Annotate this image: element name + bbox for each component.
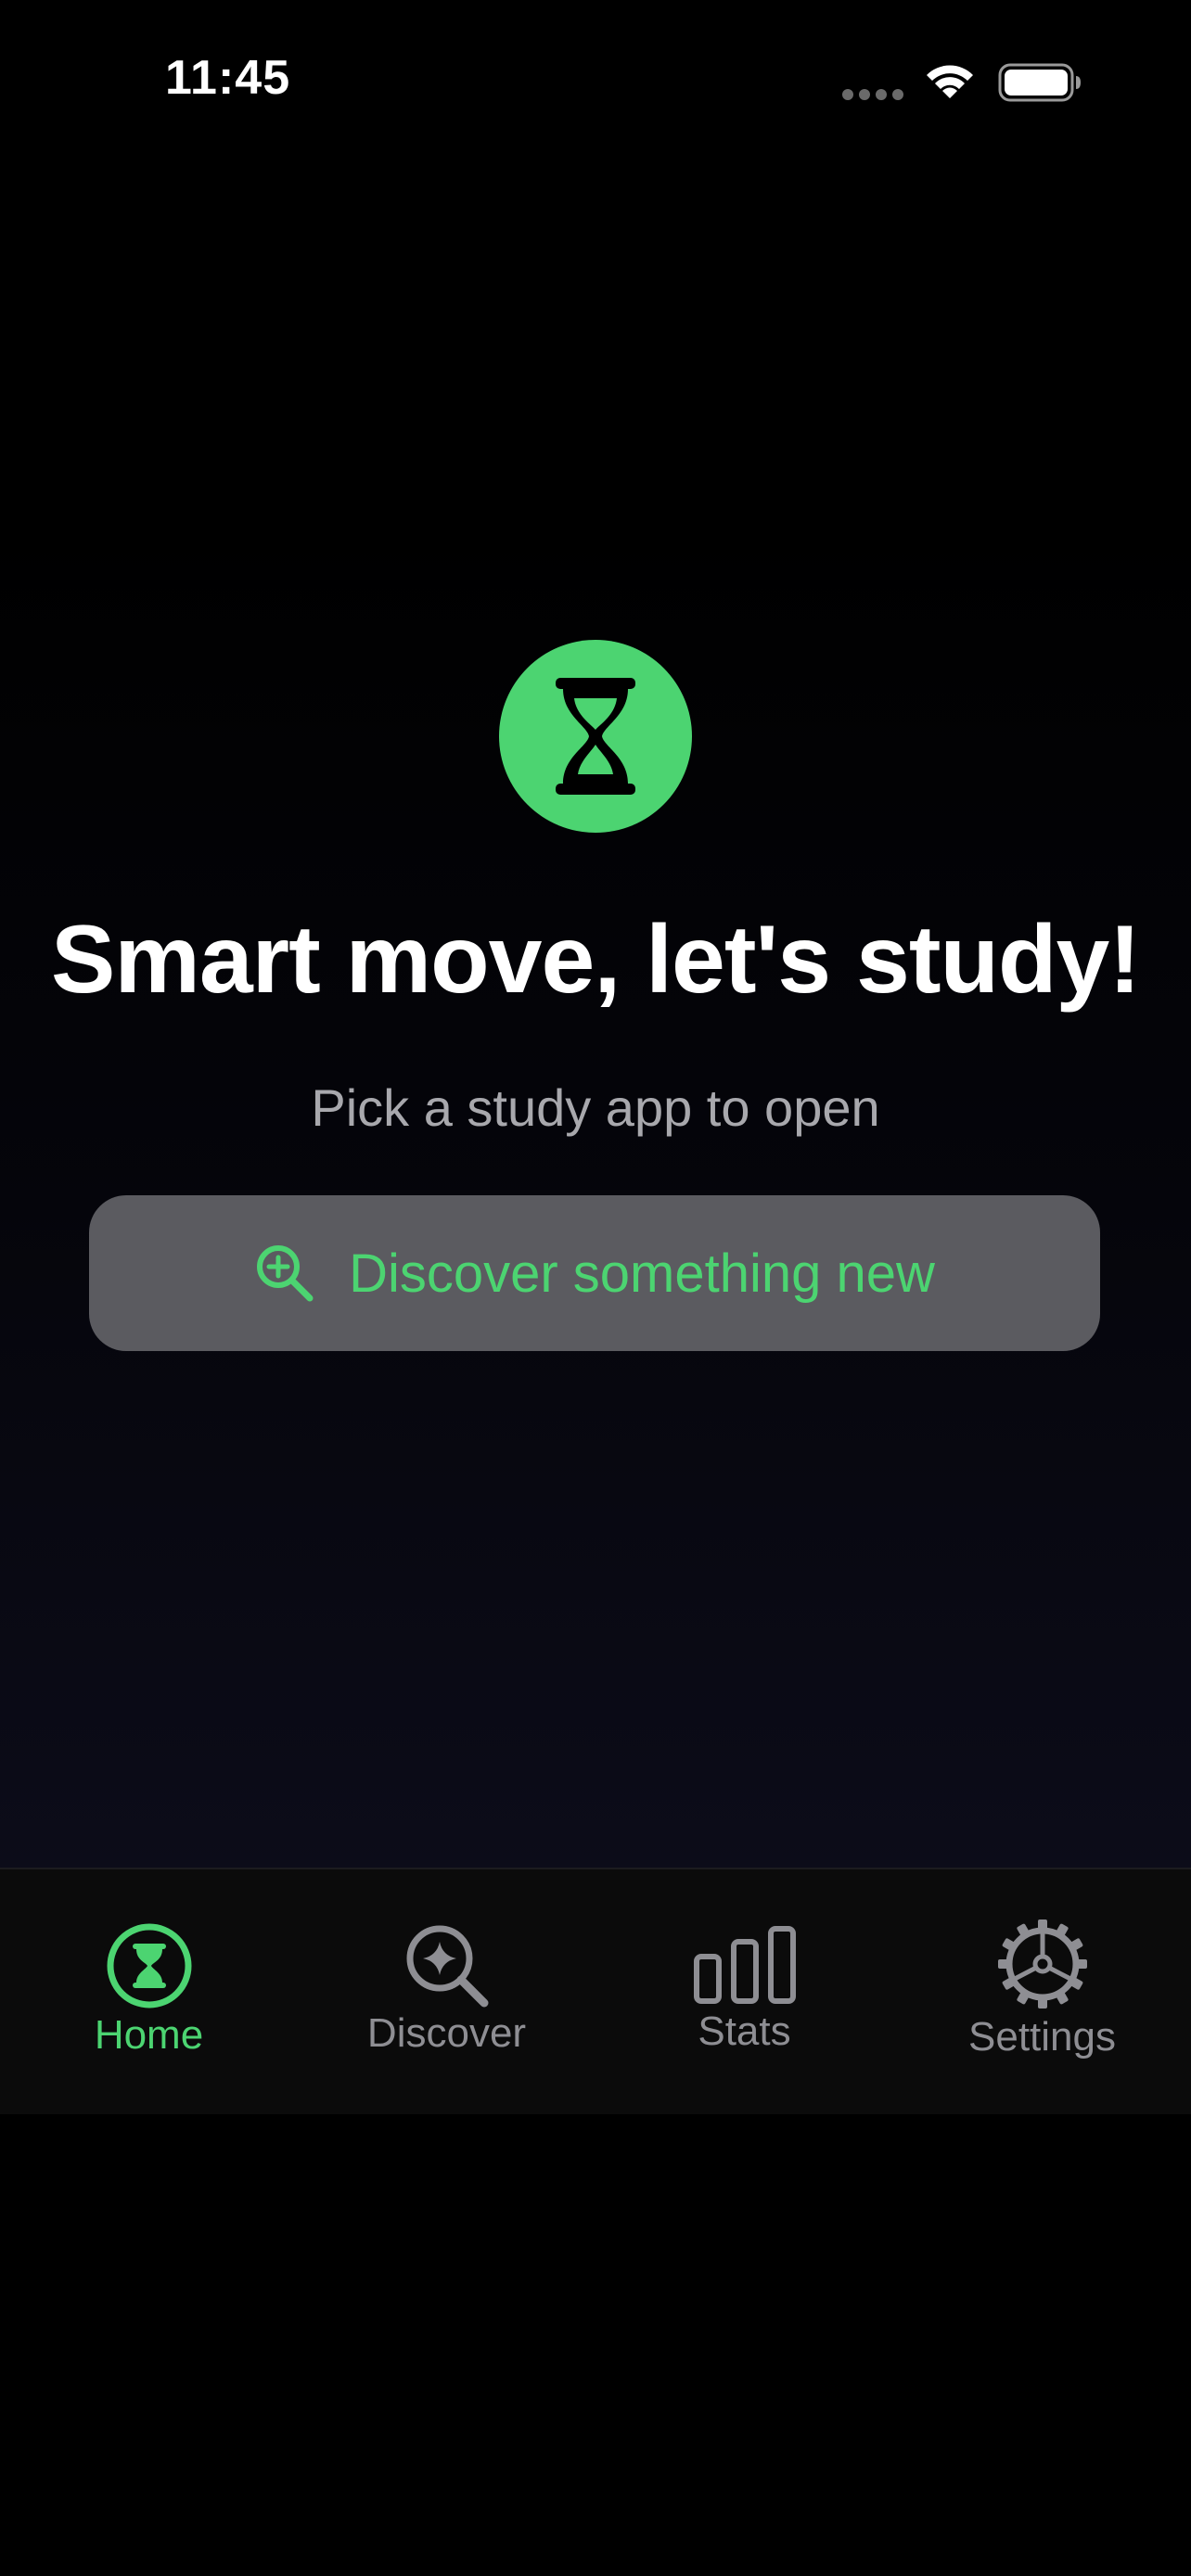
discover-something-new-button[interactable]: Discover something new (89, 1195, 1100, 1351)
wifi-icon (927, 65, 973, 98)
page-title: Smart move, let's study! (51, 906, 1141, 1014)
battery-icon (998, 63, 1081, 102)
tab-discover-label: Discover (366, 2010, 527, 2056)
hourglass-icon (556, 678, 635, 795)
discover-button-label: Discover something new (349, 1243, 935, 1304)
tab-home[interactable]: Home (0, 1869, 298, 2114)
hourglass-circle-icon (107, 1923, 191, 2009)
magnifier-plus-icon (257, 1245, 314, 1302)
cellular-signal-icon (842, 89, 903, 100)
tab-settings-label: Settings (968, 2014, 1116, 2060)
tab-stats[interactable]: Stats (596, 1869, 893, 2114)
tab-discover[interactable]: Discover (298, 1869, 596, 2114)
status-bar: 11:45 (0, 0, 1191, 158)
tab-settings[interactable]: Settings (893, 1869, 1191, 2114)
page-subtitle: Pick a study app to open (311, 1078, 880, 1137)
hourglass-badge (499, 640, 692, 833)
sparkle-magnifier-icon (406, 1925, 488, 2008)
status-time: 11:45 (165, 51, 291, 105)
tab-stats-label: Stats (698, 2009, 791, 2054)
home-screen: 11:45 Smart move, let's study! Pick a st… (0, 0, 1191, 1868)
gear-icon (997, 1919, 1087, 2009)
tab-home-label: Home (94, 2012, 204, 2058)
bar-chart-icon (693, 1926, 796, 2004)
tab-bar: Home Discover Stats Settings (0, 1868, 1191, 2114)
